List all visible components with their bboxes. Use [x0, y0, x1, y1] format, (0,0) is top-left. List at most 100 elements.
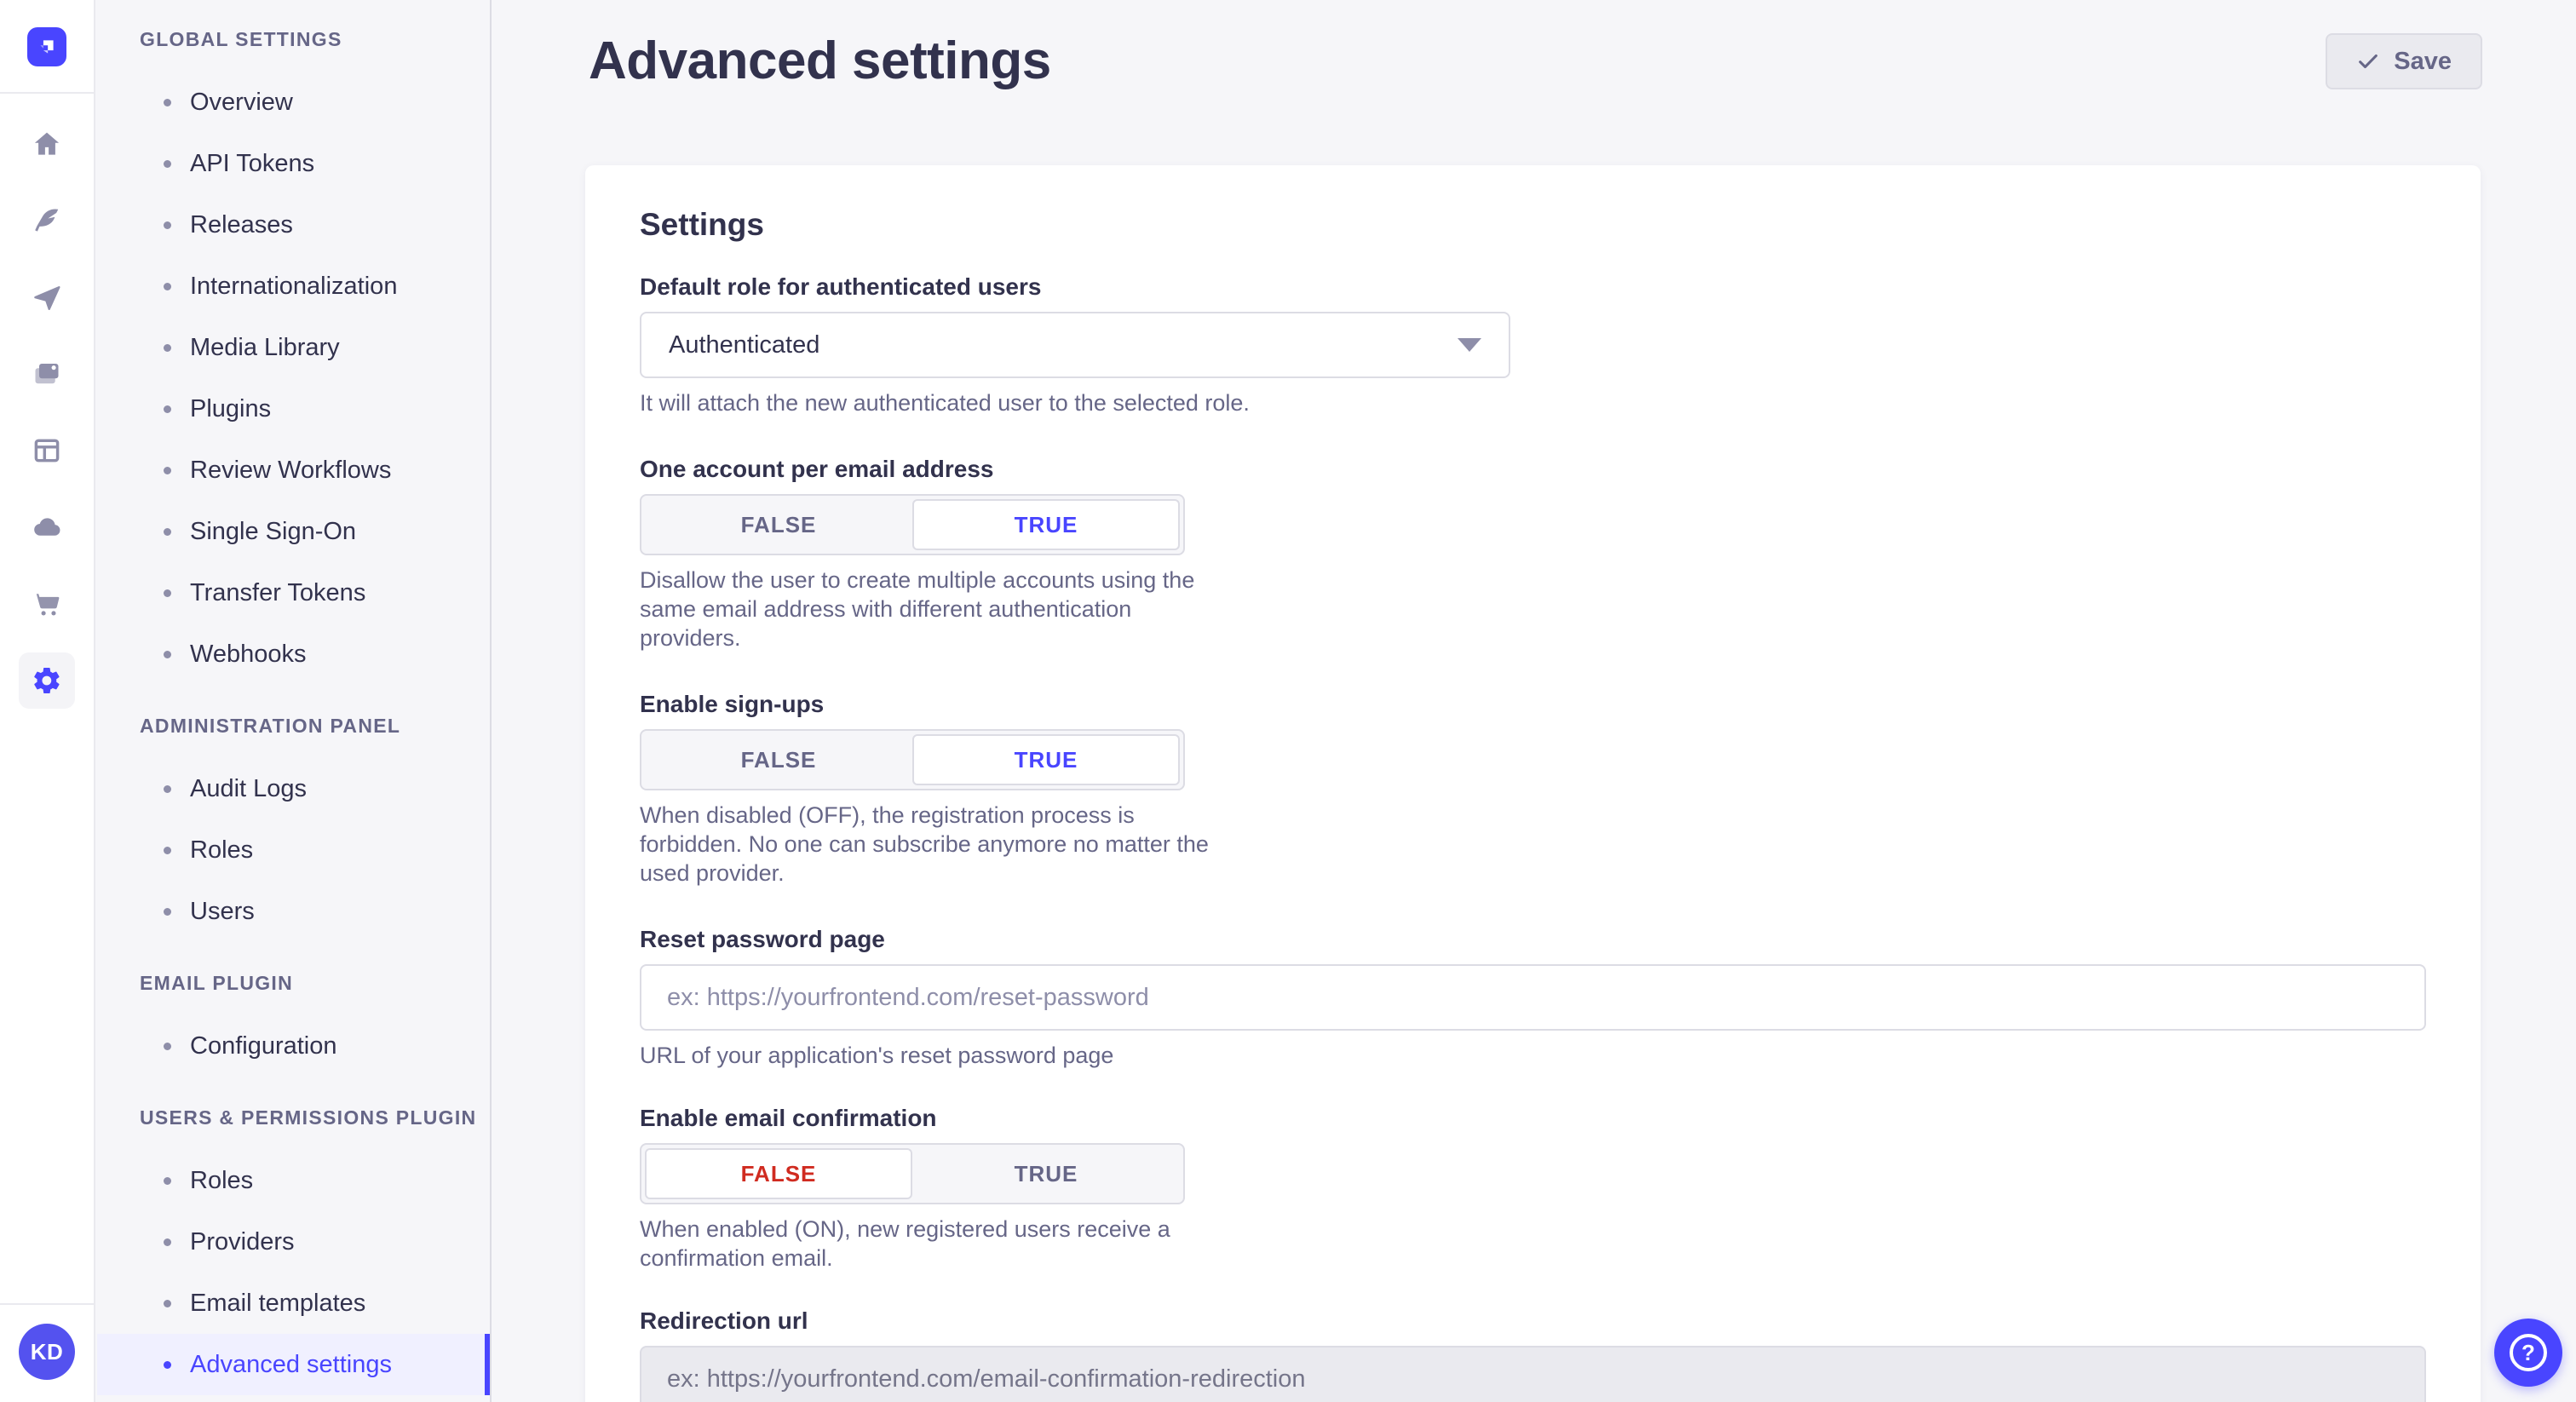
toggle-true-button[interactable]: TRUE: [912, 734, 1180, 785]
sidebar-item-internationalization[interactable]: Internationalization: [97, 256, 490, 317]
sidebar-item-email-templates[interactable]: Email templates: [97, 1273, 490, 1334]
bullet-icon: [164, 1361, 171, 1369]
sidebar-item-label: Internationalization: [190, 273, 397, 301]
sidebar-item-label: Media Library: [190, 334, 340, 362]
content-layout-icon[interactable]: [19, 422, 75, 479]
sidebar-item-releases[interactable]: Releases: [97, 194, 490, 256]
toggle-false-button[interactable]: FALSE: [645, 734, 912, 785]
sidebar-item-roles[interactable]: Roles: [97, 1150, 490, 1211]
cart-icon[interactable]: [19, 576, 75, 632]
sidebar-section-title: EMAIL PLUGIN: [97, 964, 490, 1002]
field-enable-email-confirmation: Enable email confirmation FALSE TRUE Whe…: [640, 1104, 2426, 1273]
field-hint: When enabled (ON), new registered users …: [640, 1215, 1212, 1273]
field-label: Enable sign-ups: [640, 690, 2426, 719]
toggle-false-button[interactable]: FALSE: [645, 1148, 912, 1199]
toggle-false-button[interactable]: FALSE: [645, 499, 912, 550]
settings-gear-icon[interactable]: [19, 652, 75, 709]
settings-card: Settings Default role for authenticated …: [585, 165, 2481, 1402]
field-one-account-per-email: One account per email address FALSE TRUE…: [640, 455, 2426, 652]
bullet-icon: [164, 1300, 171, 1307]
sidebar-item-providers[interactable]: Providers: [97, 1211, 490, 1273]
card-section-title: Settings: [640, 206, 2426, 244]
bullet-icon: [164, 589, 171, 597]
rail-items: [19, 116, 75, 729]
bullet-icon: [164, 99, 171, 106]
field-label: Default role for authenticated users: [640, 273, 2426, 302]
sidebar-section-title: GLOBAL SETTINGS: [97, 20, 490, 58]
bullet-icon: [164, 160, 171, 168]
home-icon[interactable]: [19, 116, 75, 172]
settings-sidebar: GLOBAL SETTINGS Overview API Tokens Release…: [97, 0, 492, 1402]
save-button-label: Save: [2394, 48, 2452, 76]
icon-rail: KD: [0, 0, 95, 1402]
sidebar-item-api-tokens[interactable]: API Tokens: [97, 133, 490, 194]
sidebar-item-label: Roles: [190, 1167, 253, 1195]
sidebar-nav: GLOBAL SETTINGS Overview API Tokens Release…: [97, 20, 490, 1395]
sidebar-item-advanced-settings[interactable]: Advanced settings: [97, 1334, 490, 1395]
field-hint: URL of your application's reset password…: [640, 1041, 2426, 1070]
bullet-icon: [164, 1238, 171, 1246]
feather-icon[interactable]: [19, 192, 75, 249]
chevron-down-icon: [1458, 338, 1481, 352]
sidebar-item-overview[interactable]: Overview: [97, 72, 490, 133]
page-title: Advanced settings: [589, 29, 1051, 94]
user-avatar[interactable]: KD: [19, 1324, 75, 1380]
one-account-toggle: FALSE TRUE: [640, 494, 1185, 555]
bullet-icon: [164, 405, 171, 413]
sidebar-item-single-sign-on[interactable]: Single Sign-On: [97, 501, 490, 562]
bullet-icon: [164, 221, 171, 229]
sidebar-item-transfer-tokens[interactable]: Transfer Tokens: [97, 562, 490, 623]
sidebar-item-review-workflows[interactable]: Review Workflows: [97, 440, 490, 501]
select-value: Authenticated: [669, 331, 819, 359]
sidebar-item-media-library[interactable]: Media Library: [97, 317, 490, 378]
sign-ups-toggle: FALSE TRUE: [640, 729, 1185, 790]
sidebar-item-users[interactable]: Users: [97, 881, 490, 942]
field-hint: It will attach the new authenticated use…: [640, 388, 2426, 417]
reset-password-input[interactable]: [640, 964, 2426, 1031]
sidebar-item-roles[interactable]: Roles: [97, 819, 490, 881]
media-library-icon[interactable]: [19, 346, 75, 402]
sidebar-item-label: Webhooks: [190, 641, 307, 669]
field-default-role: Default role for authenticated users Aut…: [640, 273, 2426, 417]
help-button[interactable]: ?: [2494, 1319, 2562, 1387]
field-label: Enable email confirmation: [640, 1104, 2426, 1133]
cloud-icon[interactable]: [19, 499, 75, 555]
redirection-url-input: [640, 1346, 2426, 1402]
save-button[interactable]: Save: [2326, 33, 2482, 89]
field-label: Redirection url: [640, 1307, 2426, 1336]
field-hint: When disabled (OFF), the registration pr…: [640, 801, 1212, 888]
sidebar-item-audit-logs[interactable]: Audit Logs: [97, 758, 490, 819]
bullet-icon: [164, 283, 171, 290]
sidebar-section-title: ADMINISTRATION PANEL: [97, 707, 490, 744]
bullet-icon: [164, 785, 171, 793]
field-label: Reset password page: [640, 925, 2426, 954]
field-label: One account per email address: [640, 455, 2426, 484]
bullet-icon: [164, 908, 171, 916]
sidebar-item-label: Email templates: [190, 1290, 365, 1318]
question-mark-icon: ?: [2510, 1334, 2547, 1371]
default-role-select[interactable]: Authenticated: [640, 312, 1510, 378]
sidebar-item-configuration[interactable]: Configuration: [97, 1015, 490, 1077]
bullet-icon: [164, 467, 171, 474]
toggle-true-button[interactable]: TRUE: [912, 499, 1180, 550]
sidebar-item-webhooks[interactable]: Webhooks: [97, 623, 490, 685]
sidebar-item-label: Users: [190, 898, 255, 926]
rail-divider: [0, 92, 94, 94]
sidebar-item-label: Plugins: [190, 395, 271, 423]
bullet-icon: [164, 344, 171, 352]
field-redirection-url: Redirection url: [640, 1307, 2426, 1402]
bullet-icon: [164, 528, 171, 536]
paper-plane-icon[interactable]: [19, 269, 75, 325]
sidebar-item-plugins[interactable]: Plugins: [97, 378, 490, 440]
sidebar-item-label: Audit Logs: [190, 775, 307, 803]
field-reset-password-page: Reset password page URL of your applicat…: [640, 925, 2426, 1070]
sidebar-item-label: Overview: [190, 89, 293, 117]
bullet-icon: [164, 847, 171, 854]
sidebar-item-label: Roles: [190, 836, 253, 865]
sidebar-item-label: Transfer Tokens: [190, 579, 365, 607]
rail-bottom-divider: [0, 1303, 94, 1305]
toggle-true-button[interactable]: TRUE: [912, 1148, 1180, 1199]
sidebar-item-label: API Tokens: [190, 150, 314, 178]
strapi-logo-icon[interactable]: [27, 27, 66, 66]
sidebar-item-label: Single Sign-On: [190, 518, 356, 546]
